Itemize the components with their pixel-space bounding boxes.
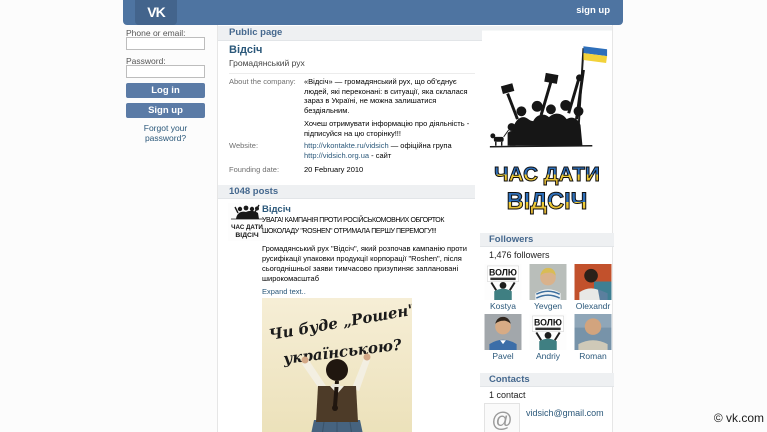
about-paragraph: «Відсіч» — громадянський рух, що об'єдну… [304, 77, 476, 115]
signup-top-link[interactable]: sign up [576, 5, 610, 16]
website-link-official[interactable]: http://vkontakte.ru/vidsich [304, 141, 389, 150]
followers-count: 1,476 followers [489, 250, 550, 260]
post-title: УВАГА! КАМПАНІЯ ПРОТИ РОСІЙСЬКОМОВНИХ ОБ… [262, 215, 477, 237]
phone-input[interactable] [126, 37, 205, 50]
mini-logo-line1: ЧАС ДАТИ [231, 224, 263, 231]
website-suffix: — офіційна група [389, 141, 452, 150]
login-button[interactable]: Log in [126, 83, 205, 98]
follower-item[interactable]: Pavel [484, 314, 522, 361]
website-row: Website: http://vkontakte.ru/vidsich — о… [229, 141, 475, 160]
page-subtitle: Громадянський рух [229, 58, 305, 68]
watermark: © vk.com [714, 411, 764, 425]
volya-poster-text: ВОЛЮ [489, 268, 517, 278]
expand-text-link[interactable]: Expand text.. [262, 287, 306, 296]
website-link-site[interactable]: http://vidsich.org.ua [304, 151, 369, 160]
logo-text-line1: ЧАС ДАТИ [494, 163, 600, 186]
at-icon: @ [484, 403, 520, 432]
founding-row: Founding date: 20 February 2010 [229, 165, 475, 175]
contacts-header: Contacts [480, 373, 614, 387]
post-image[interactable]: Чи буде „Рошен" українською? [262, 298, 412, 432]
follower-avatar [484, 314, 522, 350]
follower-avatar: ВОЛЮ [529, 314, 567, 350]
vk-logo[interactable]: VK [135, 0, 177, 25]
post-author-link[interactable]: Відсіч [262, 204, 291, 215]
website-label: Website: [229, 141, 258, 151]
vk-public-page: { "header": { "logo": "VK", "signup_link… [0, 0, 767, 432]
content-panel: Public page Відсіч Громадянський рух Abo… [217, 25, 613, 432]
posts-count-bar: 1048 posts [218, 185, 475, 199]
about-text: «Відсіч» — громадянський рух, що об'єдну… [304, 77, 476, 138]
about-paragraph: Хочеш отримувати інформацію про діяльніс… [304, 119, 476, 138]
follower-avatar [574, 314, 612, 350]
forgot-password-link[interactable]: Forgot your password? [126, 123, 205, 143]
follower-item[interactable]: Yevgen [529, 264, 567, 311]
logo-text-line2: ВІДСІЧ [507, 189, 588, 215]
website-suffix: - сайт [369, 151, 391, 160]
follower-name[interactable]: Kostya [484, 301, 522, 311]
contact-email-link[interactable]: vidsich@gmail.com [526, 408, 604, 418]
follower-name[interactable]: Andriy [529, 351, 567, 361]
contacts-count: 1 contact [489, 390, 526, 400]
follower-item[interactable]: Olexandr [574, 264, 612, 311]
founding-label: Founding date: [229, 165, 279, 175]
followers-header: Followers [480, 233, 614, 247]
founding-value: 20 February 2010 [304, 165, 476, 175]
followers-grid: ВОЛЮ Kostya Yevgen [484, 264, 614, 361]
follower-avatar [529, 264, 567, 300]
signup-button[interactable]: Sign up [126, 103, 205, 118]
post-body: Громадянський рух "Відсіч", який розпоча… [262, 244, 475, 284]
follower-avatar [574, 264, 612, 300]
page-title: Відсіч [229, 44, 262, 56]
follower-avatar: ВОЛЮ [484, 264, 522, 300]
password-input[interactable] [126, 65, 205, 78]
volya-poster-text: ВОЛЮ [534, 318, 562, 328]
about-label: About the company: [229, 77, 296, 87]
post-author-avatar[interactable]: ЧАС ДАТИ ВІДСІЧ [228, 203, 266, 241]
follower-name[interactable]: Olexandr [574, 301, 612, 311]
follower-name[interactable]: Roman [574, 351, 612, 361]
follower-item[interactable]: ВОЛЮ Kostya [484, 264, 522, 311]
about-row: About the company: «Відсіч» — громадянсь… [229, 77, 475, 138]
top-header-bar: VK sign up [123, 0, 623, 25]
right-sidebar: ЧАС ДАТИ ВІДСІЧ Followers 1,476 follower… [480, 25, 614, 432]
mini-logo-line2: ВІДСІЧ [235, 232, 258, 239]
community-logo-image[interactable]: ЧАС ДАТИ ВІДСІЧ [482, 30, 612, 228]
follower-name[interactable]: Yevgen [529, 301, 567, 311]
divider [229, 73, 475, 74]
follower-item[interactable]: ВОЛЮ Andriy [529, 314, 567, 361]
follower-name[interactable]: Pavel [484, 351, 522, 361]
follower-item[interactable]: Roman [574, 314, 612, 361]
